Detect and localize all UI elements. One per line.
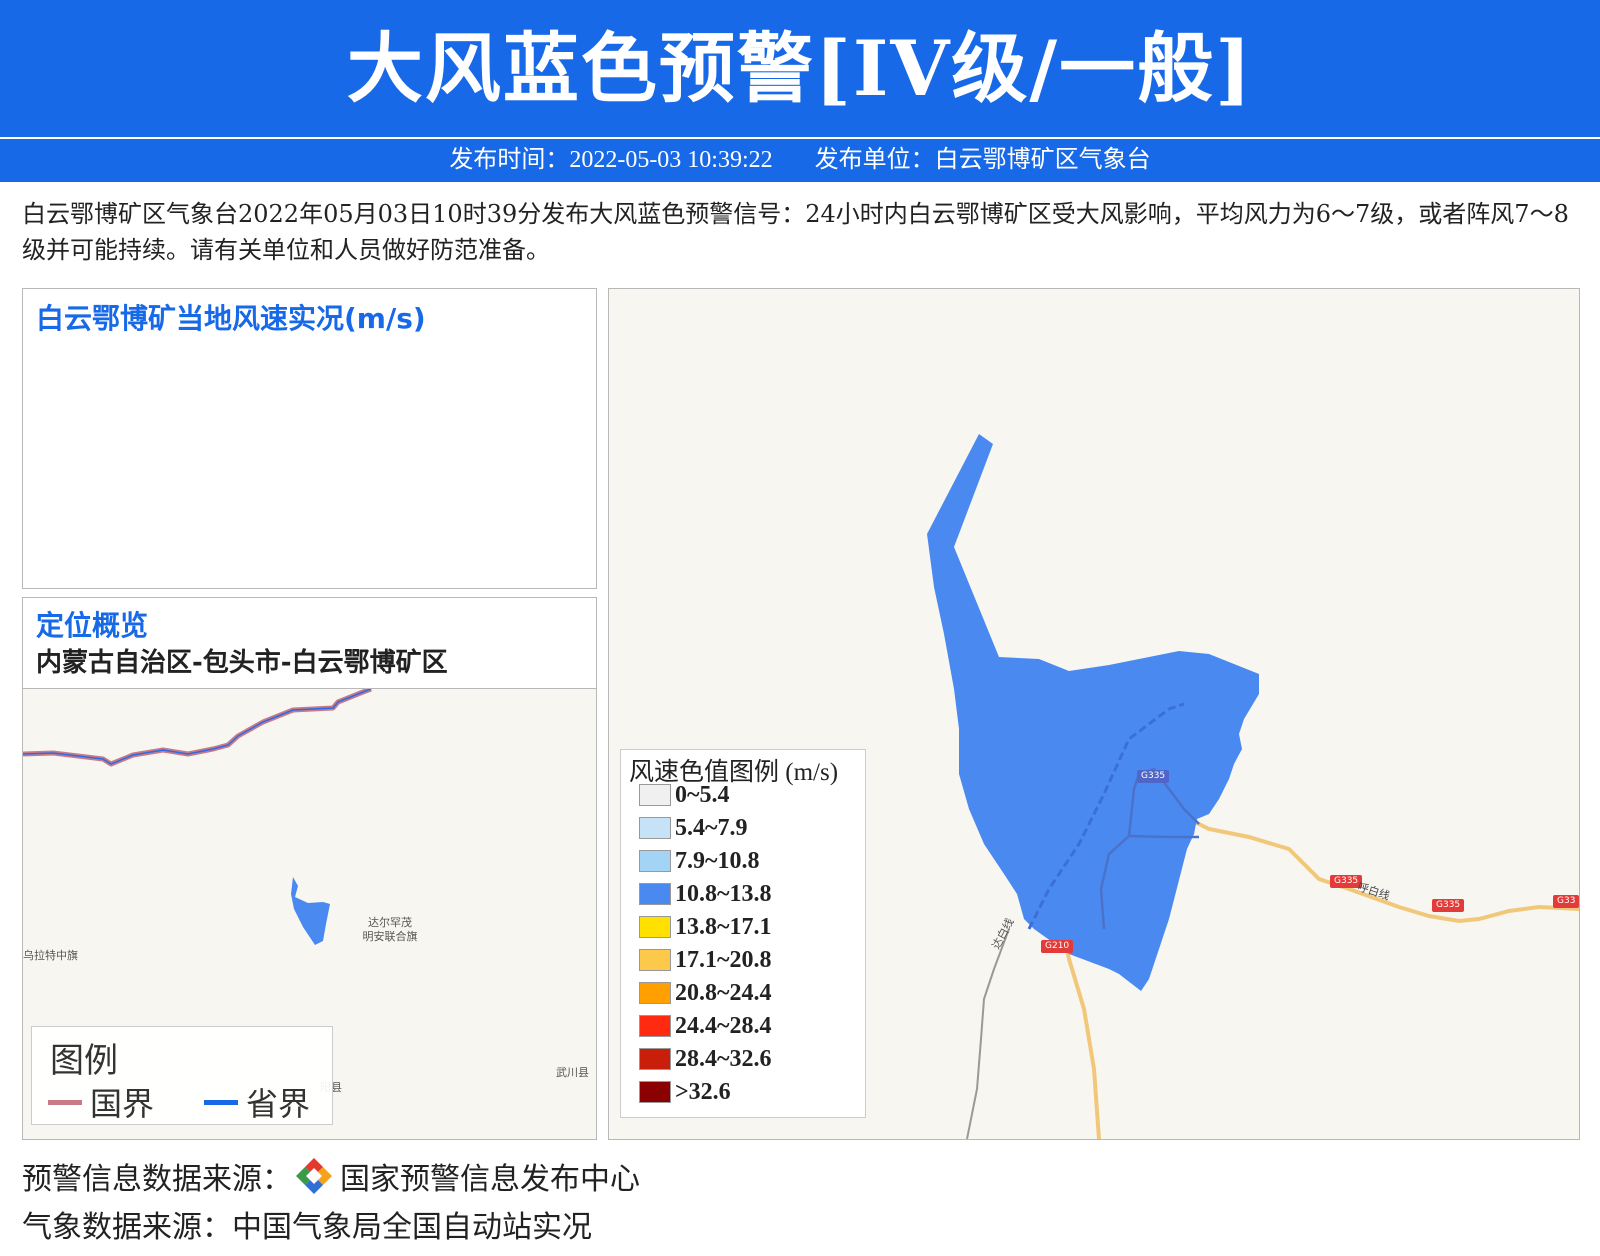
wind-legend-label: 28.4~32.6 (675, 1045, 772, 1072)
road-gray (966, 928, 1010, 1139)
wind-legend-swatch (639, 1048, 671, 1070)
legend-label-province: 省界 (246, 1085, 311, 1123)
location-panel: 定位概览 内蒙古自治区-包头市-白云鄂博矿区 达尔罕茂 明安联合旗 乌拉特中旗 … (22, 597, 597, 1140)
wind-legend-swatch (639, 982, 671, 1004)
location-panel-title: 定位概览 (36, 609, 149, 642)
map-label-line1: 达尔罕茂 (368, 916, 412, 929)
wind-legend-row: 28.4~32.6 (639, 1044, 771, 1074)
border-legend-title: 图例 (50, 1041, 118, 1081)
overview-map[interactable]: 达尔罕茂 明安联合旗 乌拉特中旗 武川县 阳县 图例 国界 省界 (22, 688, 597, 1140)
border-legend: 图例 国界 省界 (31, 1026, 333, 1125)
road-badge-g335-1: G335 (1137, 770, 1170, 783)
road-g210 (1062, 933, 1101, 1139)
road-badge-g210: G210 (1041, 940, 1074, 953)
wind-legend-label: 13.8~17.1 (675, 913, 772, 940)
map-label-line2: 明安联合旗 (362, 930, 418, 943)
wind-legend-label: 20.8~24.4 (675, 979, 772, 1006)
wind-legend-label: 24.4~28.4 (675, 1012, 772, 1039)
wind-speed-legend: 风速色值图例 (m/s) 0~5.4 5.4~7.9 7.9~10.8 10.8… (620, 749, 866, 1118)
wind-legend-label: 7.9~10.8 (675, 847, 760, 874)
wind-legend-row: 20.8~24.4 (639, 978, 771, 1008)
wind-legend-swatch (639, 1015, 671, 1037)
map-label-urad: 乌拉特中旗 (23, 949, 78, 962)
legend-label-national: 国界 (90, 1085, 155, 1123)
wind-legend-row: 10.8~13.8 (639, 879, 771, 909)
warning-source-label: 预警信息数据来源： (22, 1162, 292, 1197)
province-border-swatch (204, 1099, 238, 1105)
wind-legend-swatch (639, 784, 671, 806)
road-badge-g33: G33 (1553, 895, 1579, 908)
warning-source-line: 预警信息数据来源： 国家预警信息发布中心 (22, 1154, 640, 1198)
location-region: 内蒙古自治区-包头市-白云鄂博矿区 (36, 648, 448, 678)
legend-item-national: 国界 (48, 1079, 154, 1125)
wind-legend-label: 0~5.4 (675, 781, 730, 808)
road-g335 (1188, 817, 1579, 924)
publish-info-bar: 发布时间：2022-05-03 10:39:22 发布单位：白云鄂博矿区气象台 (0, 139, 1600, 182)
wind-legend-label: >32.6 (675, 1078, 731, 1105)
wind-legend-swatch (639, 916, 671, 938)
header-banner: 大风蓝色预警[IV级/一般] (0, 0, 1600, 137)
wind-legend-row: 17.1~20.8 (639, 945, 771, 975)
publish-time: 发布时间：2022-05-03 10:39:22 (449, 147, 773, 173)
wind-legend-row: 24.4~28.4 (639, 1011, 771, 1041)
wind-legend-swatch (639, 883, 671, 905)
legend-item-province: 省界 (204, 1079, 310, 1125)
wind-legend-swatch (639, 949, 671, 971)
wind-panel-title: 白云鄂博矿当地风速实况(m/s) (36, 302, 426, 335)
wind-legend-label: 17.1~20.8 (675, 946, 772, 973)
wind-area-district (927, 434, 1259, 991)
wind-legend-label: 10.8~13.8 (675, 880, 772, 907)
page-title: 大风蓝色预警[IV级/一般] (346, 24, 1254, 113)
wind-legend-row: 7.9~10.8 (639, 846, 759, 876)
warning-center-logo-icon (296, 1158, 332, 1194)
wind-legend-row: >32.6 (639, 1077, 731, 1107)
wind-legend-swatch (639, 850, 671, 872)
publisher: 发布单位：白云鄂博矿区气象台 (814, 147, 1151, 173)
map-label-wuchuan: 武川县 (556, 1066, 589, 1079)
warning-source-name: 国家预警信息发布中心 (340, 1162, 640, 1197)
district-area-small (291, 877, 330, 945)
wind-map[interactable]: G335 G335 G335 G33 G210 呼白线 达白线 风速色值图例 (… (608, 288, 1580, 1140)
national-border-swatch (48, 1099, 82, 1105)
warning-description: 白云鄂博矿区气象台2022年05月03日10时39分发布大风蓝色预警信号：24小… (22, 200, 1569, 264)
wind-legend-swatch (639, 1081, 671, 1103)
road-badge-g335-3: G335 (1432, 899, 1465, 912)
map-label-darhan: 达尔罕茂 明安联合旗 (355, 916, 425, 944)
wind-observation-panel: 白云鄂博矿当地风速实况(m/s) (22, 288, 597, 589)
wind-legend-row: 5.4~7.9 (639, 813, 747, 843)
wind-legend-row: 0~5.4 (639, 780, 729, 810)
wind-legend-row: 13.8~17.1 (639, 912, 771, 942)
wind-legend-swatch (639, 817, 671, 839)
weather-source-line: 气象数据来源：中国气象局全国自动站实况 (22, 1210, 592, 1245)
wind-legend-label: 5.4~7.9 (675, 814, 748, 841)
